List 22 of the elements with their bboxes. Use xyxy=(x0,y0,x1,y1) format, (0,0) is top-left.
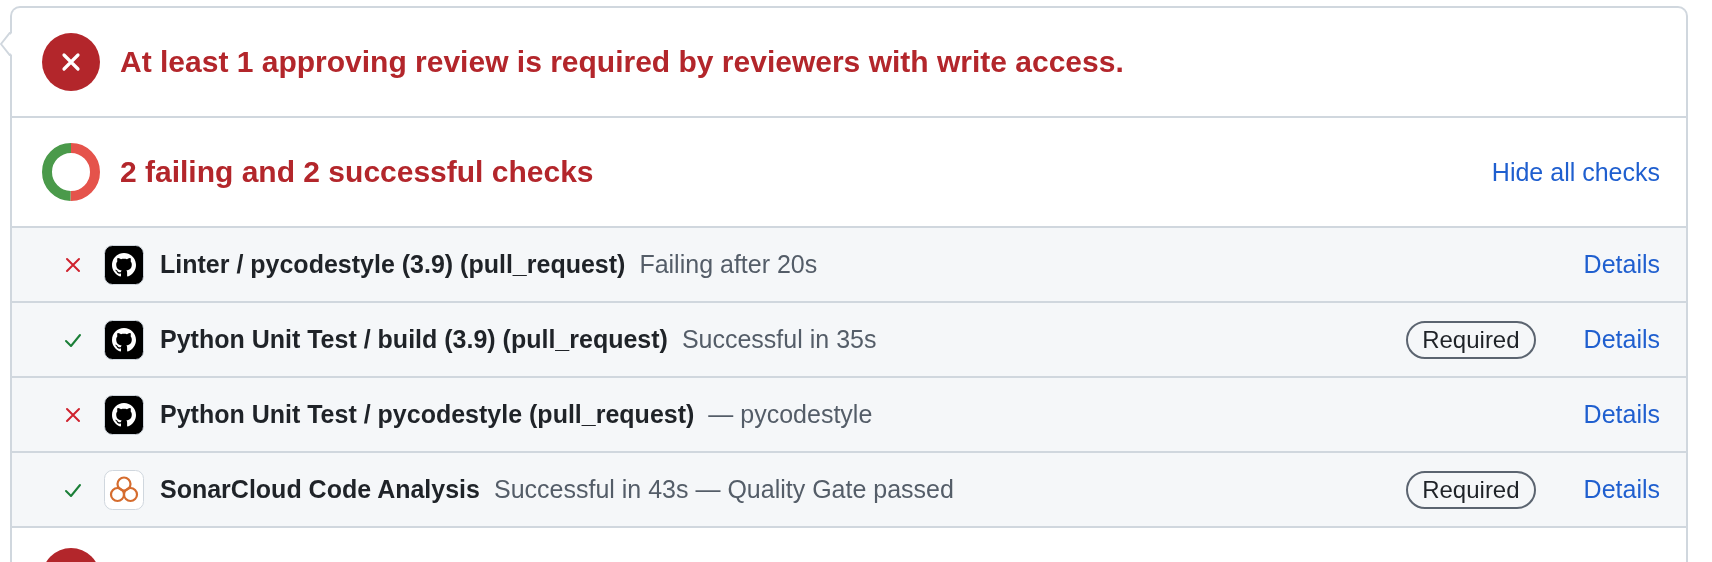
hide-checks-link[interactable]: Hide all checks xyxy=(1491,157,1660,187)
details-link[interactable]: Details xyxy=(1583,400,1660,429)
details-link[interactable]: Details xyxy=(1583,325,1660,354)
check-description: Failing after 20s xyxy=(639,250,818,279)
details-link[interactable]: Details xyxy=(1583,475,1660,504)
status-message: At least 1 approving review is required by reviewers with write access. xyxy=(120,45,1124,79)
check-name: Linter / pycodestyle (3.9) (pull_request) xyxy=(160,250,626,279)
cat-logo-icon xyxy=(104,244,144,285)
required-label: Required xyxy=(1406,470,1536,509)
checks-summary-title: 2 failing and 2 successful checks xyxy=(120,155,594,189)
cat-logo-icon xyxy=(104,394,144,435)
check-name: SonarCloud Code Analysis xyxy=(160,475,480,504)
required-label: Required xyxy=(1406,320,1536,359)
check-description: — pycodestyle xyxy=(708,400,873,429)
check-name: Python Unit Test / build (3.9) (pull_request) xyxy=(160,325,668,354)
check-ratio-donut-icon xyxy=(42,143,100,201)
check-description: Successful in 43s — Quality Gate passed xyxy=(493,475,954,504)
check-name: Python Unit Test / pycodestyle (pull_request) xyxy=(160,400,695,429)
cloud-logo-icon xyxy=(104,469,144,510)
check-description: Successful in 35s xyxy=(681,325,877,354)
cat-logo-icon xyxy=(104,319,144,360)
details-link[interactable]: Details xyxy=(1583,250,1660,279)
